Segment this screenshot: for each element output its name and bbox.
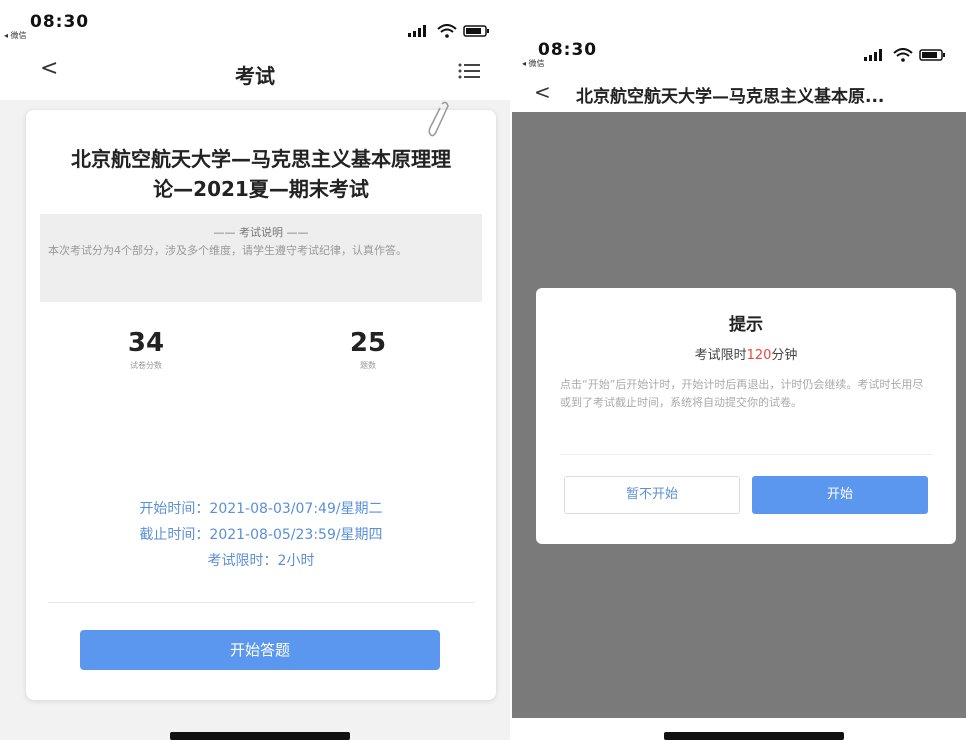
exam-start-dialog-screen: 08:30 ◂ 微信 < 北京航空航天大学—马克思主义基本原... 提示 考试限… bbox=[512, 0, 966, 740]
status-time: 08:30 bbox=[538, 40, 598, 60]
battery-icon bbox=[463, 25, 489, 37]
time-limit-suffix: 分钟 bbox=[771, 348, 798, 363]
end-time: 截止时间：2021-08-05/23:59/星期四 bbox=[139, 527, 383, 543]
back-chevron-icon[interactable]: < bbox=[534, 80, 551, 104]
page-title: 考试 bbox=[235, 64, 275, 88]
exam-detail-screen: 08:30 ◂ 微信 < 考试 北京航空航天大学—马克思主义基本原理理 论—20… bbox=[0, 0, 510, 740]
start-time: 开始时间：2021-08-03/07:49/星期二 bbox=[139, 501, 383, 517]
signal-icon bbox=[864, 49, 882, 61]
exam-title: 北京航空航天大学—马克思主义基本原理理 论—2021夏—期末考试 bbox=[40, 144, 482, 204]
home-indicator[interactable] bbox=[170, 732, 350, 740]
description-heading: —— 考试说明 —— bbox=[213, 226, 309, 239]
exam-card: 北京航空航天大学—马克思主义基本原理理 论—2021夏—期末考试 —— 考试说明… bbox=[26, 101, 496, 700]
back-to-app-link[interactable]: ◂ 微信 bbox=[522, 58, 545, 69]
start-answering-button[interactable]: 开始答题 bbox=[80, 630, 440, 670]
exam-time-info: 开始时间：2021-08-03/07:49/星期二 截止时间：2021-08-0… bbox=[26, 496, 496, 574]
time-limit: 考试限时：2小时 bbox=[207, 553, 315, 569]
exam-title-line-2: 论—2021夏—期末考试 bbox=[153, 177, 369, 201]
status-time: 08:30 bbox=[30, 12, 90, 32]
divider bbox=[560, 454, 932, 455]
exam-description-box: —— 考试说明 —— 本次考试分为4个部分，涉及多个维度，请学生遵守考试纪律，认… bbox=[40, 214, 482, 302]
start-exam-dialog: 提示 考试限时120分钟 点击“开始”后开始计时，开始计时后再退出，计时仍会继续… bbox=[536, 288, 956, 544]
nav-bar: < 考试 bbox=[0, 46, 510, 100]
nav-bar: < 北京航空航天大学—马克思主义基本原... bbox=[512, 76, 966, 112]
wifi-icon bbox=[437, 24, 457, 38]
time-limit-value: 120 bbox=[746, 348, 772, 363]
time-limit-prefix: 考试限时 bbox=[694, 348, 747, 363]
question-count-label: 题数 bbox=[360, 361, 376, 370]
battery-icon bbox=[919, 49, 945, 61]
paperclip-icon bbox=[428, 101, 449, 137]
description-text: 本次考试分为4个部分，涉及多个维度，请学生遵守考试纪律，认真作答。 bbox=[48, 244, 407, 257]
not-now-button[interactable]: 暂不开始 bbox=[564, 476, 740, 514]
modal-overlay[interactable]: 提示 考试限时120分钟 点击“开始”后开始计时，开始计时后再退出，计时仍会继续… bbox=[512, 112, 966, 718]
start-button[interactable]: 开始 bbox=[752, 476, 928, 514]
signal-icon bbox=[408, 25, 426, 37]
back-to-app-link[interactable]: ◂ 微信 bbox=[4, 30, 27, 41]
system-status-icons bbox=[864, 48, 945, 62]
dialog-body: 点击“开始”后开始计时，开始计时后再退出，计时仍会继续。考试时长用尽或到了考试截… bbox=[560, 378, 924, 409]
score-stat: 34 试卷分数 bbox=[86, 328, 206, 371]
menu-list-icon[interactable] bbox=[458, 62, 480, 80]
score-label: 试卷分数 bbox=[130, 361, 162, 370]
question-count-stat: 25 题数 bbox=[308, 328, 428, 371]
system-status-icons bbox=[408, 24, 489, 38]
dialog-title: 提示 bbox=[729, 315, 763, 335]
page-title: 北京航空航天大学—马克思主义基本原... bbox=[576, 87, 885, 107]
dialog-time-limit: 考试限时120分钟 bbox=[536, 344, 956, 363]
status-bar: 08:30 ◂ 微信 bbox=[512, 32, 966, 82]
wifi-icon bbox=[893, 48, 913, 62]
score-value: 34 bbox=[127, 328, 165, 358]
question-count-value: 25 bbox=[349, 328, 387, 358]
exam-title-line-1: 北京航空航天大学—马克思主义基本原理理 bbox=[71, 147, 451, 171]
divider bbox=[48, 602, 474, 603]
home-indicator[interactable] bbox=[664, 732, 844, 740]
